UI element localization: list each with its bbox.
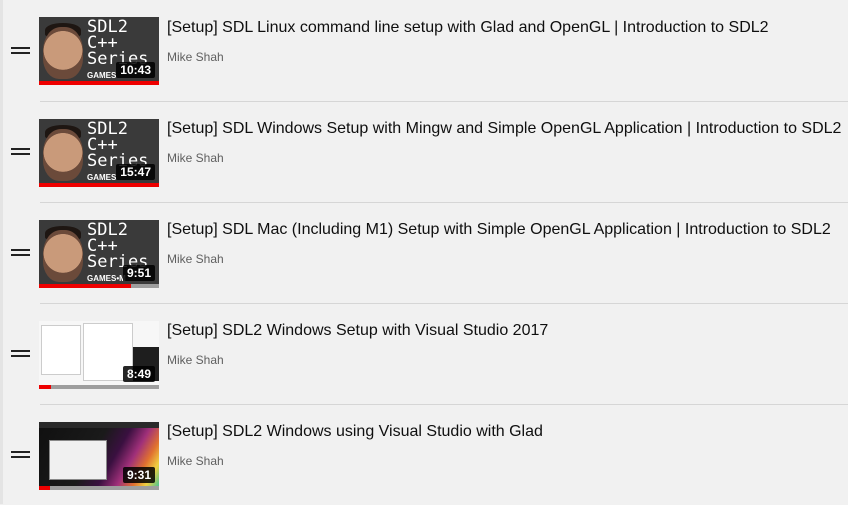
progress-track [39,385,159,389]
video-duration: 9:31 [122,467,155,483]
playlist-item[interactable]: 9:31 [Setup] SDL2 Windows using Visual S… [0,404,848,505]
video-thumbnail[interactable]: SDL2 C++ Series GAMES•M 9:51 [39,220,159,288]
progress-track [39,486,159,490]
watch-progress [39,385,51,389]
video-duration: 15:47 [116,164,155,180]
thumbnail-art [43,27,83,79]
video-duration: 10:43 [116,62,155,78]
channel-name[interactable]: Mike Shah [167,252,224,266]
video-title[interactable]: [Setup] SDL Mac (Including M1) Setup wit… [167,221,831,239]
drag-handle-icon[interactable] [11,249,30,259]
thumbnail-brand: GAMES [87,71,117,80]
video-thumbnail[interactable]: SDL2 C++ Series GAMES 15:47 [39,119,159,187]
thumbnail-text: SDL2 C++ Series [87,17,149,69]
thumbnail-art [43,129,83,181]
video-title[interactable]: [Setup] SDL Windows Setup with Mingw and… [167,120,841,138]
video-duration: 8:49 [122,366,155,382]
watch-progress [39,284,132,288]
video-duration: 9:51 [122,265,155,281]
drag-handle-icon[interactable] [11,47,30,57]
thumbnail-text: SDL2 C++ Series [87,119,149,171]
drag-handle-icon[interactable] [11,451,30,461]
thumbnail-art [41,325,81,375]
video-thumbnail[interactable]: SDL2 C++ Series GAMES 10:43 [39,17,159,85]
drag-handle-icon[interactable] [11,148,30,158]
channel-name[interactable]: Mike Shah [167,353,224,367]
thumbnail-brand: GAMES•M [87,274,126,283]
drag-handle-icon[interactable] [11,350,30,360]
thumbnail-art [43,230,83,282]
thumbnail-text: SDL2 C++ Series [87,220,149,272]
video-thumbnail[interactable]: 9:31 [39,422,159,490]
thumbnail-brand: GAMES [87,173,117,182]
video-title[interactable]: [Setup] SDL2 Windows using Visual Studio… [167,423,543,441]
watch-progress [39,183,159,187]
video-thumbnail[interactable]: 8:49 [39,321,159,389]
watch-progress [39,81,159,85]
playlist-item[interactable]: SDL2 C++ Series GAMES 10:43 [Setup] SDL … [0,0,848,101]
thumbnail-art [39,422,159,428]
channel-name[interactable]: Mike Shah [167,50,224,64]
video-title[interactable]: [Setup] SDL2 Windows Setup with Visual S… [167,322,548,340]
playlist-item[interactable]: SDL2 C++ Series GAMES 15:47 [Setup] SDL … [0,101,848,202]
thumbnail-art [49,440,107,480]
channel-name[interactable]: Mike Shah [167,454,224,468]
watch-progress [39,486,50,490]
video-title[interactable]: [Setup] SDL Linux command line setup wit… [167,19,769,37]
playlist-item[interactable]: SDL2 C++ Series GAMES•M 9:51 [Setup] SDL… [0,202,848,303]
channel-name[interactable]: Mike Shah [167,151,224,165]
playlist-item[interactable]: 8:49 [Setup] SDL2 Windows Setup with Vis… [0,303,848,404]
